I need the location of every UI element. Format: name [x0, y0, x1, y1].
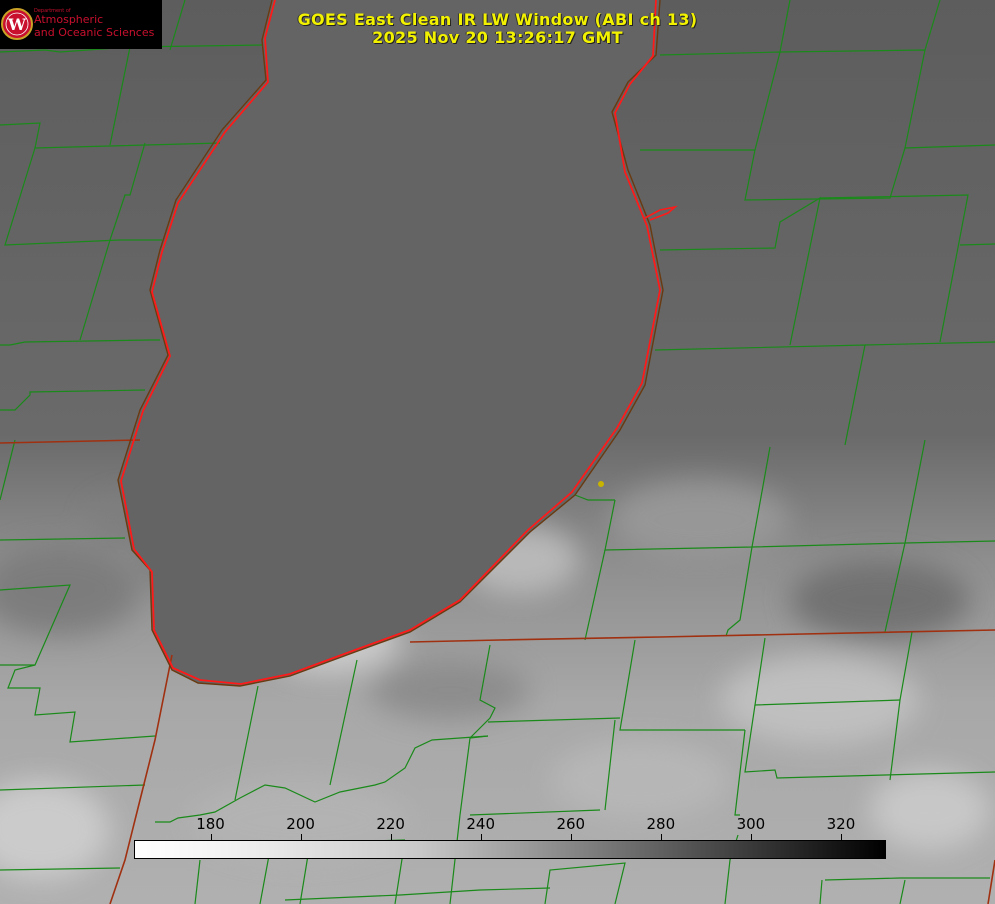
logo-line1: Atmospheric	[34, 13, 104, 26]
uw-crest-icon: W	[1, 8, 33, 40]
colorbar: 180 200 220 240 260 280 300 320	[134, 815, 886, 859]
colorbar-tick	[300, 834, 302, 840]
colorbar-tick-label: 200	[286, 815, 315, 833]
colorbar-gradient	[134, 840, 886, 859]
satellite-map[interactable]: W Department of Atmospheric and Oceanic …	[0, 0, 995, 904]
colorbar-tick-label: 240	[466, 815, 496, 833]
colorbar-tick	[210, 834, 212, 840]
uw-aos-logo: W Department of Atmospheric and Oceanic …	[0, 0, 162, 49]
map-canvas	[0, 0, 995, 904]
colorbar-tick-label: 300	[736, 815, 766, 833]
colorbar-tick	[840, 834, 842, 840]
crest-letter: W	[7, 15, 27, 34]
colorbar-tick-label: 180	[196, 815, 225, 833]
colorbar-tick-label: 280	[646, 815, 676, 833]
colorbar-tick-label: 220	[376, 815, 405, 833]
logo-line2: and Oceanic Sciences	[34, 26, 155, 39]
station-marker	[598, 481, 604, 487]
colorbar-tick	[570, 834, 572, 840]
colorbar-tick-label: 260	[556, 815, 586, 833]
colorbar-tick	[750, 834, 752, 840]
colorbar-tick	[660, 834, 662, 840]
colorbar-tick	[480, 834, 482, 840]
colorbar-tick-label: 320	[826, 815, 856, 833]
colorbar-tick	[390, 834, 392, 840]
